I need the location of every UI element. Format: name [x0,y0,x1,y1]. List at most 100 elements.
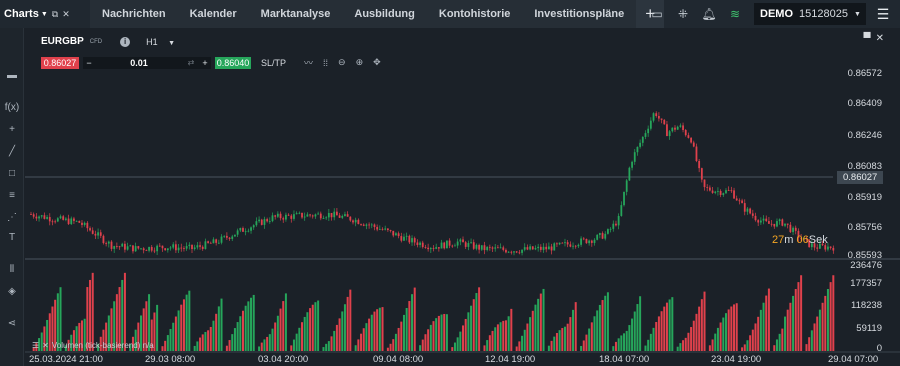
fibonacci-icon[interactable]: ≡ [0,190,24,201]
volume-bar [225,345,228,351]
candle-body [408,235,411,243]
layers-icon[interactable]: ◈ [0,286,24,297]
trend-line-icon[interactable]: ╱ [0,146,24,157]
chart-canvas[interactable] [25,28,900,366]
decrease-volume-button[interactable]: − [83,58,95,68]
volume-bar [832,275,835,351]
tab-kontohistorie[interactable]: Kontohistorie [427,0,523,28]
volume-bar [684,337,687,351]
volume-bar [443,313,446,351]
info-icon[interactable]: i [120,36,131,47]
close-icon[interactable]: ✕ [876,33,884,44]
detach-window-icon[interactable]: ⧉ [52,9,58,20]
candle-body [486,246,489,251]
indicator-close-icon[interactable]: ✕ [42,341,49,350]
candle-body [590,240,593,243]
candle-body [556,243,558,245]
buy-button[interactable]: 0.86040 [215,56,251,69]
tab-kalender[interactable]: Kalender [178,0,249,28]
waveform-icon[interactable]: ⫴ [0,264,24,275]
top-bar: Charts ▼ ⧉ ✕ Nachrichten Kalender Marktan… [0,0,900,28]
symbol-name[interactable]: EURGBP [41,36,84,47]
volume-bar [797,282,800,351]
zoom-out-icon[interactable]: ⊖ [338,57,346,68]
volume-input[interactable]: 0.01 [95,58,183,68]
text-icon[interactable]: T [0,232,24,243]
volume-bar [789,302,792,351]
hamburger-menu-icon[interactable]: ☰ [866,6,900,23]
candle-body [625,180,628,192]
indicator-settings-icon[interactable]: ☰ [32,341,39,350]
volume-bar [598,304,601,351]
candle-body [421,242,424,248]
chart-window-icon[interactable]: ▬ [0,70,24,81]
volume-axis-label: 236476 [850,260,882,271]
crosshair-icon[interactable]: + [0,124,24,135]
candle-body [330,212,333,218]
candle-body [832,247,835,251]
volume-bar [311,304,314,351]
volume-bar [555,333,558,351]
volume-bar [247,301,250,351]
candle-body [765,218,768,222]
volume-bar [722,317,725,351]
timeframe-selector[interactable]: H1 ▼ [146,37,175,47]
candle-body [287,214,290,216]
candle-body [354,219,357,223]
share-icon[interactable]: ⋖ [0,318,24,329]
tab-ausbildung[interactable]: Ausbildung [342,0,427,28]
candle-body [773,223,776,227]
fan-icon[interactable]: ⋰ [0,212,24,223]
tab-nachrichten[interactable]: Nachrichten [90,0,178,28]
candle-body [545,246,548,250]
volume-bar [773,345,776,351]
chart-panel: EURGBP CFD i H1 ▼ ▀ ✕ 0.86027 − 0.01 ⇄ +… [25,28,900,366]
volume-bar [343,304,346,351]
sell-button[interactable]: 0.86027 [41,56,79,69]
move-icon[interactable]: ✥ [373,57,381,68]
candle-body [349,216,352,221]
indicators-icon[interactable]: f(x) [0,102,24,113]
volume-bar [588,328,591,351]
candle-body [301,212,303,218]
volume-bar [652,327,655,351]
reset-icon[interactable]: ⇄ [183,58,199,67]
volume-bar [91,272,94,351]
volume-bar [185,294,188,351]
volume-bar [754,323,757,351]
candle-body [692,142,695,147]
countdown-minutes-unit: m [784,234,794,246]
rectangle-icon[interactable]: □ [0,168,24,179]
bell-icon[interactable]: 🔔︎ [696,7,722,21]
charts-menu-button[interactable]: Charts ▼ [4,8,48,20]
timeframe-value: H1 [146,36,158,47]
candle-body [564,242,566,244]
network-icon[interactable]: ⁜ [670,7,696,21]
volume-bar [424,334,427,351]
candle-body [429,248,432,250]
close-icon[interactable]: ✕ [62,9,70,20]
candle-body [746,208,749,212]
volume-bar [716,327,719,351]
candle-body [196,245,199,248]
volume-bar [241,310,244,351]
candle-body [137,246,140,249]
volume-bar [502,320,505,351]
account-selector[interactable]: DEMO 15128025 ▼ [754,3,866,25]
volume-bar [521,335,524,351]
candle-body [405,235,408,237]
layout-icon[interactable]: ▭ [644,7,670,21]
line-chart-icon[interactable]: 〰 [304,56,313,69]
candle-body [209,242,212,244]
tab-marktanalyse[interactable]: Marktanalyse [249,0,343,28]
candle-body [467,243,470,247]
candle-body [668,131,671,137]
increase-volume-button[interactable]: + [199,58,211,68]
sltp-button[interactable]: SL/TP [261,58,286,68]
candles-icon[interactable]: ⁞⁞ [323,58,328,68]
volume-axis-label: 59119 [856,323,882,334]
volume-bar [402,314,405,351]
zoom-in-icon[interactable]: ⊕ [356,57,364,68]
tab-investitionsplaene[interactable]: Investitionspläne [522,0,636,28]
maximize-icon[interactable]: ▀ [864,33,871,44]
